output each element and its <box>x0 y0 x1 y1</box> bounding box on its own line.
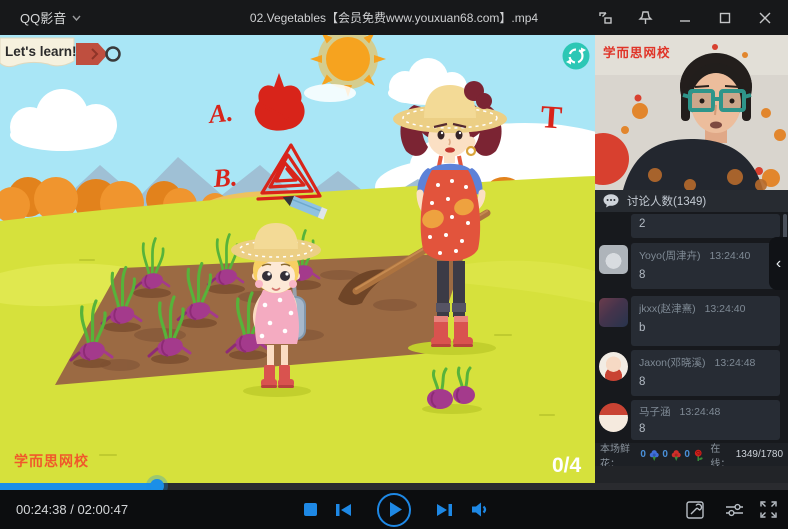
minimize-icon <box>679 12 691 24</box>
annotation-a-label: A. <box>206 98 235 130</box>
settings-button[interactable] <box>721 490 747 529</box>
panel-collapse-tab[interactable]: ‹ <box>769 237 788 290</box>
next-button[interactable] <box>431 490 457 529</box>
maximize-icon <box>719 12 731 24</box>
pin-icon <box>638 10 653 26</box>
toolbox-button[interactable] <box>682 490 708 529</box>
lesson-banner-label: Let's learn! <box>5 44 76 59</box>
volume-button[interactable] <box>467 490 495 529</box>
message-sender: 马子涵 <box>639 406 671 418</box>
app-name: QQ影音 <box>20 8 66 27</box>
playback-controls: 00:24:38 / 02:00:47 <box>0 490 788 529</box>
toolbox-wrench-icon <box>686 501 704 519</box>
stop-icon <box>304 503 317 516</box>
avatar <box>599 245 628 274</box>
red-bouquet-icon <box>671 447 681 463</box>
previous-icon <box>336 503 352 517</box>
message-text: 8 <box>639 269 772 281</box>
chat-title: 讨论人数(1349) <box>627 193 706 209</box>
chevron-down-icon <box>72 15 81 21</box>
webcam-watermark: 学而思网校 <box>603 45 671 60</box>
minimize-button[interactable] <box>670 5 700 31</box>
progress-fill <box>0 483 157 490</box>
pin-button[interactable] <box>630 5 660 31</box>
gift-status-bar: 本场鲜花： 0 0 0 在线： 1349/1780 <box>595 443 788 466</box>
message-time: 13:24:40 <box>709 250 750 262</box>
avatar <box>599 403 628 432</box>
seek-bar[interactable] <box>0 483 788 490</box>
play-button[interactable] <box>377 490 411 529</box>
message-time: 13:24:48 <box>680 406 721 418</box>
chat-message: Jaxon(邓晓溪) 13:24:48 8 <box>631 350 780 396</box>
flower-count: 0 <box>640 449 646 460</box>
annotation-t-mark: T <box>540 98 564 135</box>
next-icon <box>436 503 452 517</box>
flower-count: 0 <box>662 449 668 460</box>
chat-bubble-icon <box>603 194 620 208</box>
cartoon-scene: A. B. T Let's learn! <box>0 35 595 483</box>
play-icon <box>390 502 402 517</box>
window-buttons <box>590 0 780 35</box>
chat-message: Yoyo(周津卉) 13:24:40 8 <box>631 243 780 289</box>
flower-count: 0 <box>684 449 690 460</box>
qq-player-window: QQ影音 02.Vegetables【会员免费www.youxuan68.com… <box>0 0 788 529</box>
annotation-b-label: B. <box>211 162 238 193</box>
message-sender: Yoyo(周津卉) <box>639 250 700 262</box>
fullscreen-icon <box>760 501 777 518</box>
avatar <box>599 352 628 381</box>
panel-footer-gap <box>595 466 788 483</box>
rose-icon <box>693 447 703 463</box>
play-circle <box>377 493 411 527</box>
fullscreen-button[interactable] <box>755 490 781 529</box>
app-menu[interactable]: QQ影音 <box>20 8 81 27</box>
maximize-button[interactable] <box>710 5 740 31</box>
refresh-button[interactable] <box>563 43 590 70</box>
webcam-feed: 学而思网校 <box>595 35 788 190</box>
stop-button[interactable] <box>297 490 323 529</box>
sliders-icon <box>725 502 744 518</box>
chat-header: 讨论人数(1349) <box>595 190 788 212</box>
message-text: b <box>639 322 772 334</box>
chat-message: 马子涵 13:24:48 8 <box>631 400 780 440</box>
message-time: 13:24:48 <box>715 357 756 369</box>
time-display: 00:24:38 / 02:00:47 <box>16 490 128 529</box>
chat-message-partial: 2 <box>631 214 780 238</box>
message-text: 2 <box>639 218 772 230</box>
chat-message: jkxx(赵津熹) 13:24:40 b <box>631 296 780 346</box>
video-stage[interactable]: A. B. T Let's learn! <box>0 35 595 483</box>
previous-button[interactable] <box>331 490 357 529</box>
collapse-chevron-icon: ‹ <box>776 255 781 273</box>
teacher-webcam: 学而思网校 <box>595 35 788 190</box>
online-count: 1349/1780 <box>736 449 783 460</box>
right-panel: 学而思网校 讨论人数(1349) 2 Yoyo(周津卉) 13:24:40 8 <box>595 35 788 483</box>
online-label: 在线： <box>710 440 732 470</box>
message-sender: Jaxon(邓晓溪) <box>639 357 706 369</box>
mini-mode-button[interactable] <box>590 5 620 31</box>
blue-bouquet-icon <box>649 447 659 463</box>
avatar <box>599 298 628 327</box>
close-icon <box>759 12 771 24</box>
flowers-label: 本场鲜花： <box>600 440 637 470</box>
message-time: 13:24:40 <box>705 303 746 315</box>
message-text: 8 <box>639 376 772 388</box>
chat-message-list[interactable]: 2 Yoyo(周津卉) 13:24:40 8 jkxx(赵津熹) 13:24:40 … <box>595 212 788 443</box>
close-button[interactable] <box>750 5 780 31</box>
message-sender: jkxx(赵津熹) <box>639 303 696 315</box>
page-counter: 0/4 <box>552 454 582 477</box>
volume-icon <box>472 502 490 517</box>
mini-mode-icon <box>597 10 613 26</box>
message-text: 8 <box>639 423 772 435</box>
video-watermark: 学而思网校 <box>14 453 89 469</box>
titlebar: QQ影音 02.Vegetables【会员免费www.youxuan68.com… <box>0 0 788 35</box>
